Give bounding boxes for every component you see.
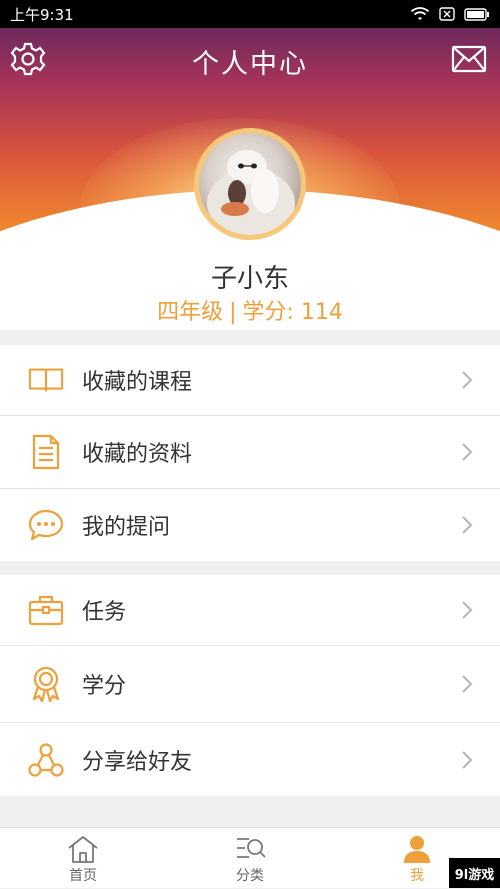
menu-item-credits[interactable]: 学分 — [0, 646, 500, 722]
battery-icon — [464, 7, 490, 21]
status-time: 上午9:31 — [10, 5, 74, 24]
menu-item-label: 收藏的资料 — [82, 442, 193, 467]
user-credits: 学分: 114 — [242, 300, 343, 325]
avatar[interactable] — [194, 128, 306, 240]
book-icon — [28, 362, 64, 398]
tab-category[interactable]: 分类 — [190, 828, 310, 889]
meta-separator: | — [229, 300, 237, 325]
messages-button[interactable] — [451, 44, 487, 74]
menu-item-share[interactable]: 分享给好友 — [0, 723, 500, 796]
user-grade: 四年级 — [157, 300, 224, 325]
menu-item-label: 学分 — [82, 674, 127, 699]
document-icon — [28, 434, 64, 470]
chat-bubble-icon — [28, 507, 64, 543]
award-ribbon-icon — [28, 666, 64, 703]
category-search-icon — [237, 838, 266, 858]
tab-home[interactable]: 首页 — [23, 828, 143, 889]
menu-item-label: 我的提问 — [82, 515, 171, 540]
menu-group-favorites: 收藏的课程 收藏的资料 我的提问 — [0, 345, 500, 561]
user-name: 子小东 — [210, 264, 289, 294]
menu-item-label: 分享给好友 — [82, 749, 193, 775]
status-icons — [410, 7, 490, 21]
menu-item-favorite-materials[interactable]: 收藏的资料 — [0, 416, 500, 488]
chevron-right-icon — [462, 443, 473, 461]
profile-info: 子小东 四年级 | 学分: 114 — [0, 258, 500, 330]
tab-label: 分类 — [236, 868, 264, 884]
menu-item-my-questions[interactable]: 我的提问 — [0, 489, 500, 561]
briefcase-icon — [28, 592, 64, 628]
chevron-right-icon — [462, 675, 473, 693]
chevron-right-icon — [462, 516, 473, 534]
menu-item-favorite-courses[interactable]: 收藏的课程 — [0, 345, 500, 415]
sim-icon — [439, 7, 455, 21]
watermark-logo: 9l游戏 — [449, 858, 500, 888]
tab-label: 首页 — [69, 868, 97, 884]
menu-item-tasks[interactable]: 任务 — [0, 575, 500, 645]
page-title: 个人中心 — [192, 49, 308, 80]
menu-group-account: 任务 学分 分享给好友 — [0, 575, 500, 796]
mail-icon — [451, 45, 487, 73]
menu-item-label: 收藏的课程 — [82, 370, 193, 395]
chevron-right-icon — [462, 371, 473, 389]
menu-item-label: 任务 — [82, 600, 127, 625]
avatar-image — [207, 150, 295, 235]
home-icon — [68, 836, 98, 863]
bottom-tab-bar: 首页 分类 我 — [0, 827, 500, 888]
share-icon — [28, 742, 64, 778]
user-icon — [404, 836, 430, 863]
wifi-icon — [410, 7, 430, 21]
user-meta: 四年级 | 学分: 114 — [0, 294, 500, 326]
status-bar: 上午9:31 — [0, 0, 500, 28]
chevron-right-icon — [462, 601, 473, 619]
chevron-right-icon — [462, 750, 473, 769]
